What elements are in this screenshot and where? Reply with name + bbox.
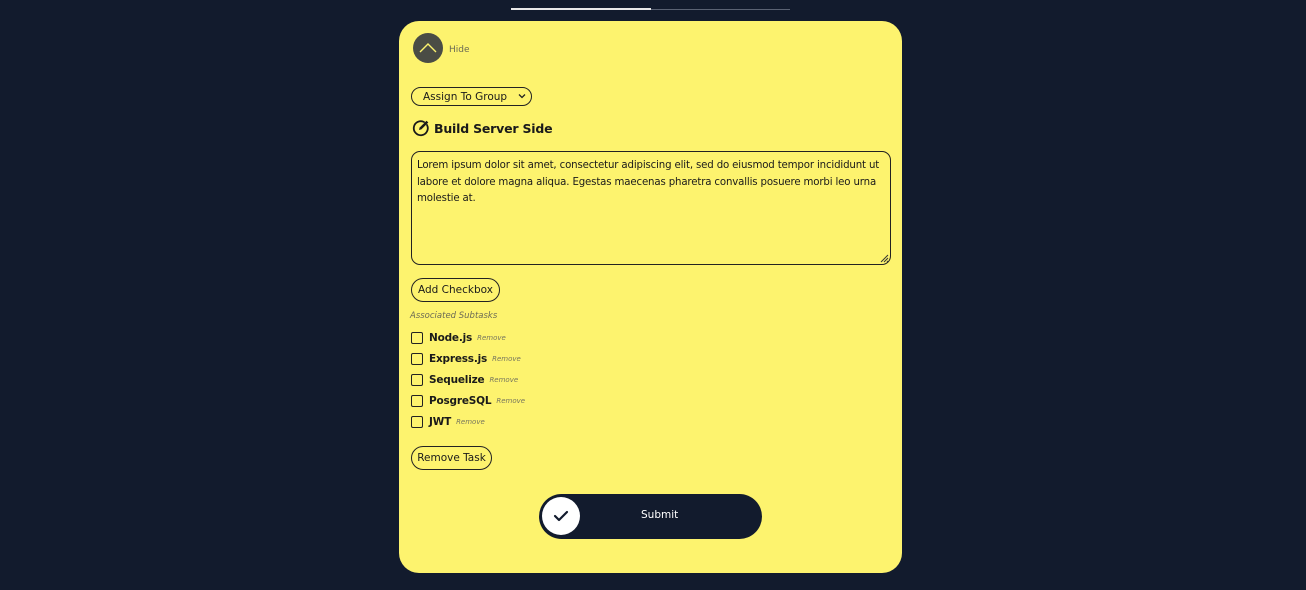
subtask-remove-link[interactable]: Remove <box>496 397 525 405</box>
subtask-remove-link[interactable]: Remove <box>489 376 518 384</box>
task-card: Hide Assign To Group Build Server Side L… <box>399 21 902 573</box>
tab-indicator <box>511 8 790 10</box>
subtask-label: Express.js <box>429 352 488 365</box>
subtask-checkbox[interactable] <box>411 373 423 386</box>
task-description-text: Lorem ipsum dolor sit amet, consectetur … <box>417 160 880 204</box>
subtask-label: PosgreSQL <box>429 395 492 408</box>
list-item: Express.js Remove <box>411 348 525 369</box>
tab-active-underline[interactable] <box>511 8 651 10</box>
list-item: Node.js Remove <box>411 327 525 348</box>
task-title[interactable]: Build Server Side <box>434 121 553 136</box>
assign-group-select[interactable]: Assign To Group <box>411 87 532 106</box>
checkmark-icon <box>553 510 569 522</box>
subtask-remove-link[interactable]: Remove <box>456 418 485 426</box>
subtask-label: Sequelize <box>429 373 485 386</box>
list-item: PosgreSQL Remove <box>411 391 525 412</box>
submit-label: Submit <box>641 509 679 521</box>
edit-icon[interactable] <box>412 119 430 137</box>
subtask-checkbox[interactable] <box>411 352 423 365</box>
subtask-remove-link[interactable]: Remove <box>477 334 506 342</box>
submit-button[interactable]: Submit <box>539 494 762 539</box>
subtask-label: JWT <box>429 416 452 429</box>
assign-group-selected: Assign To Group <box>423 90 508 103</box>
subtask-checkbox[interactable] <box>411 416 423 429</box>
list-item: Sequelize Remove <box>411 369 525 390</box>
subtask-checkbox[interactable] <box>411 395 423 408</box>
list-item: JWT Remove <box>411 412 525 433</box>
hide-label: Hide <box>449 45 470 55</box>
chevron-up-icon <box>419 43 437 53</box>
subtask-checkbox[interactable] <box>411 331 423 344</box>
submit-icon-circle <box>542 497 580 535</box>
task-description-textarea[interactable]: Lorem ipsum dolor sit amet, consectetur … <box>411 151 891 265</box>
task-title-row: Build Server Side <box>412 119 553 137</box>
subtasks-heading: Associated Subtasks <box>410 311 498 321</box>
hide-button[interactable] <box>413 33 443 63</box>
hide-toggle-row: Hide <box>413 33 470 63</box>
resize-grip-icon[interactable] <box>879 253 889 263</box>
subtask-label: Node.js <box>429 331 473 344</box>
tab-inactive-underline[interactable] <box>651 9 790 10</box>
subtask-list: Node.js Remove Express.js Remove Sequeli… <box>411 327 525 433</box>
remove-task-button[interactable]: Remove Task <box>411 446 492 470</box>
add-checkbox-button[interactable]: Add Checkbox <box>411 278 500 302</box>
subtask-remove-link[interactable]: Remove <box>492 355 521 363</box>
chevron-down-icon <box>518 94 526 99</box>
